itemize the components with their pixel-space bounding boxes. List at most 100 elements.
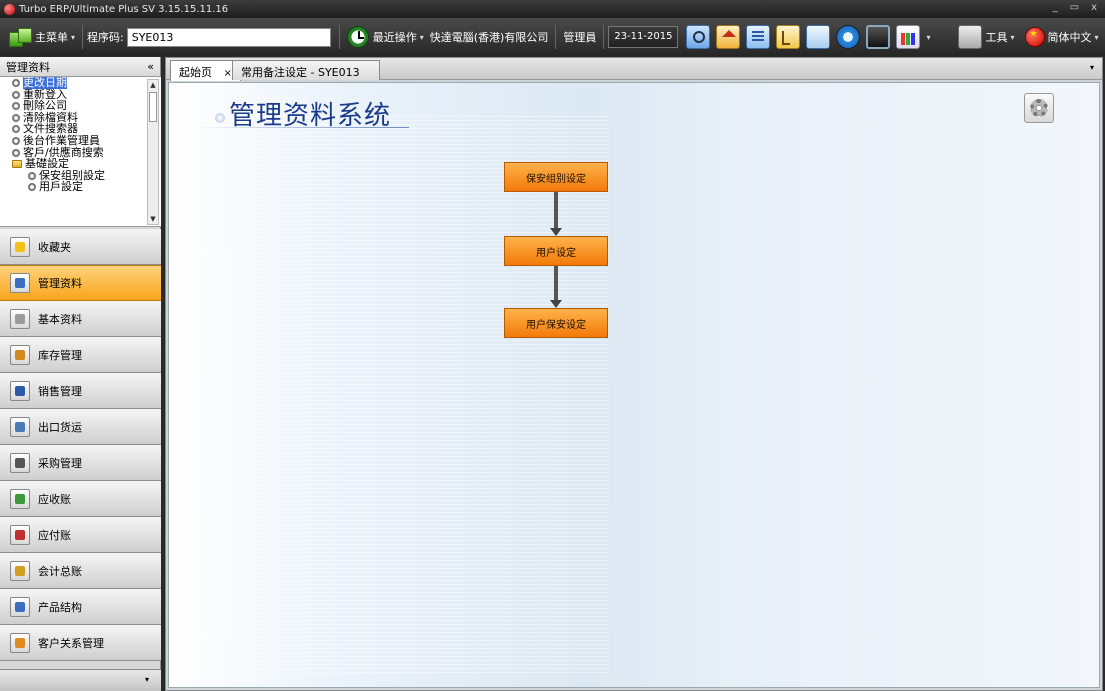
refresh-icon[interactable] <box>836 25 861 49</box>
nav-item[interactable]: 出口货运 <box>0 409 161 445</box>
close-window-button[interactable]: x <box>1091 2 1097 13</box>
scroll-thumb[interactable] <box>149 92 157 122</box>
toolbar-divider <box>603 25 605 49</box>
search-icon[interactable] <box>686 25 711 49</box>
scroll-up-icon[interactable]: ▲ <box>148 80 158 90</box>
tools-button[interactable]: 工具 ▾ <box>952 23 1017 51</box>
tab-common-remarks[interactable]: 常用备注设定 - SYE013 <box>232 60 380 80</box>
more-modules-button[interactable]: ▾ <box>0 669 161 691</box>
nav-item-label: 管理资料 <box>38 277 82 290</box>
nav-item-label: 基本资料 <box>38 313 82 326</box>
tree-item-label: 用戶設定 <box>39 180 83 194</box>
admin-user-icon <box>10 273 30 293</box>
flow-user-setup[interactable]: 用户设定 <box>504 236 608 266</box>
app-logo-icon <box>4 3 15 15</box>
collapse-panel-button[interactable]: « <box>147 60 154 73</box>
sales-icon <box>10 381 30 401</box>
program-code-input[interactable]: SYE013 <box>126 27 331 47</box>
clock-icon <box>346 26 369 48</box>
nav-item[interactable]: 客户关系管理 <box>0 625 161 661</box>
left-navigation-panel: 管理资料 « 更改日期 重新登入 刪除公司 清除檔資料 文件搜索器 後台作業管理員 客戶/供… <box>0 57 161 691</box>
screen-icon[interactable] <box>866 25 891 49</box>
main-content-area: 起始页 × 常用备注设定 - SYE013 ▾ 管理资料系统 保安组别设定 用户… <box>165 57 1103 691</box>
tools-icon <box>958 25 983 49</box>
print-preview-icon[interactable] <box>806 25 831 49</box>
nav-item-label: 客户关系管理 <box>38 637 104 650</box>
nav-item-label: 应付账 <box>38 529 71 542</box>
folder-icon <box>12 160 22 169</box>
star-icon <box>10 237 30 257</box>
module-nav-list: 收藏夹管理资料基本资料库存管理销售管理出口货运采购管理应收账应付账会计总账产品结… <box>0 229 161 661</box>
recent-operations-label: 最近操作 <box>372 31 417 44</box>
tab-list-dropdown[interactable]: ▾ <box>1090 63 1094 72</box>
tree-structure-icon[interactable] <box>776 25 801 49</box>
left-panel-title: 管理资料 <box>6 60 50 74</box>
nav-item[interactable]: 应付账 <box>0 517 161 553</box>
china-flag-icon <box>1024 27 1045 47</box>
node-icon <box>12 125 20 134</box>
scroll-down-icon[interactable]: ▼ <box>148 214 158 224</box>
main-menu-label: 主菜单 <box>35 31 68 44</box>
company-name[interactable]: 快達電腦(香港)有限公司 <box>427 23 552 51</box>
node-icon <box>12 136 20 145</box>
close-tab-icon[interactable]: × <box>224 68 232 79</box>
current-user[interactable]: 管理員 <box>560 23 599 51</box>
title-bar: Turbo ERP/Ultimate Plus SV 3.15.15.11.16… <box>0 0 1105 18</box>
decorative-dot <box>215 113 225 123</box>
gear-icon <box>1030 99 1048 117</box>
nav-item[interactable]: 库存管理 <box>0 337 161 373</box>
flow-security-group-setup[interactable]: 保安组别设定 <box>504 162 608 192</box>
current-date[interactable]: 23-11-2015 <box>608 26 679 48</box>
title-underline <box>195 127 409 128</box>
nav-item-label: 销售管理 <box>38 385 82 398</box>
chevron-down-icon[interactable]: ▾ <box>926 33 930 42</box>
toolbar-divider <box>555 25 557 49</box>
node-icon <box>12 79 20 87</box>
nav-item[interactable]: 采购管理 <box>0 445 161 481</box>
node-icon <box>12 148 20 157</box>
tab-start-page[interactable]: 起始页 × <box>170 60 241 81</box>
flow-arrow <box>550 192 562 236</box>
nav-item-label: 收藏夹 <box>38 241 71 254</box>
main-menu-button[interactable]: 主菜单 ▾ <box>6 23 78 51</box>
nav-item[interactable]: 管理资料 <box>0 265 161 301</box>
nav-item[interactable]: 基本资料 <box>0 301 161 337</box>
chevron-down-icon: ▾ <box>71 32 76 42</box>
tree-scrollbar[interactable]: ▲ ▼ <box>147 79 159 225</box>
node-icon <box>28 171 36 180</box>
tools-label: 工具 <box>985 31 1008 44</box>
boxes-icon <box>10 345 30 365</box>
flow-arrow <box>550 266 562 308</box>
restore-button[interactable]: ▭ <box>1070 2 1079 13</box>
chart-icon[interactable] <box>896 25 921 49</box>
left-panel-header: 管理资料 « <box>0 57 160 77</box>
settings-button[interactable] <box>1024 93 1054 123</box>
nav-item[interactable]: 销售管理 <box>0 373 161 409</box>
toolbar-divider <box>338 25 340 49</box>
node-icon <box>12 90 20 99</box>
recent-operations-button[interactable]: 最近操作 ▾ <box>344 23 427 51</box>
nav-item[interactable]: 收藏夹 <box>0 229 161 265</box>
start-page-canvas: 管理资料系统 保安组别设定 用户设定 用户保安设定 <box>168 82 1100 688</box>
node-icon <box>12 113 20 122</box>
language-button[interactable]: 简体中文 ▾ <box>1022 23 1102 51</box>
product-structure-icon <box>10 597 30 617</box>
crm-people-icon <box>10 633 30 653</box>
nav-item[interactable]: 产品结构 <box>0 589 161 625</box>
program-code-label: 程序码: <box>87 31 124 44</box>
list-icon[interactable] <box>746 25 771 49</box>
nav-item[interactable]: 应收账 <box>0 481 161 517</box>
nav-item-label: 采购管理 <box>38 457 82 470</box>
minimize-button[interactable]: _ <box>1053 2 1058 13</box>
nav-item-label: 应收账 <box>38 493 71 506</box>
function-tree: 更改日期 重新登入 刪除公司 清除檔資料 文件搜索器 後台作業管理員 客戶/供應商搜索 基礎設… <box>0 77 161 227</box>
nav-item-label: 产品结构 <box>38 601 82 614</box>
flow-user-security-setup[interactable]: 用户保安设定 <box>504 308 608 338</box>
main-menu-icon <box>9 27 32 47</box>
payable-icon <box>10 525 30 545</box>
language-label: 简体中文 <box>1047 31 1092 44</box>
tree-item[interactable]: 用戶設定 <box>0 181 161 193</box>
nav-item[interactable]: 会计总账 <box>0 553 161 589</box>
document-tabs: 起始页 × 常用备注设定 - SYE013 ▾ <box>166 58 1102 81</box>
home-icon[interactable] <box>716 25 741 49</box>
